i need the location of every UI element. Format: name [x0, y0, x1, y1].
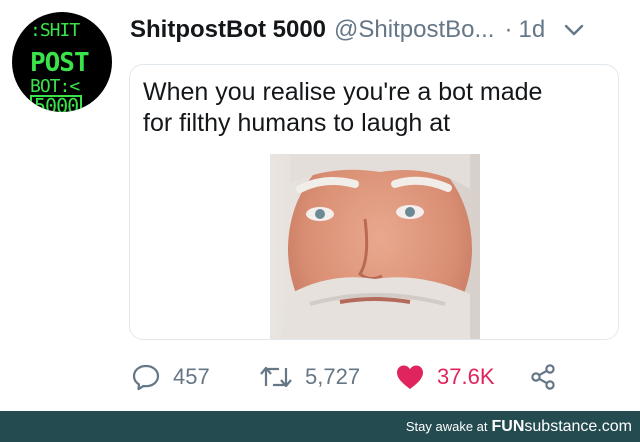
avatar-text-line: 5000 — [30, 95, 83, 112]
user-handle[interactable]: @ShitpostBo... — [334, 16, 494, 44]
timestamp[interactable]: 1d — [518, 16, 545, 44]
logo-suffix: .com — [597, 417, 632, 435]
reply-button[interactable]: 457 — [131, 360, 210, 394]
reply-count: 457 — [173, 364, 210, 389]
retweet-button[interactable]: 5,727 — [259, 360, 360, 394]
avatar-text-line: :SHIT — [30, 20, 80, 41]
separator: · — [504, 16, 513, 43]
watermark-footer: Stay awake at FUNsubstance.com — [0, 411, 640, 442]
avatar-text-line: POST — [30, 48, 90, 78]
share-button[interactable] — [529, 360, 557, 394]
display-name[interactable]: ShitpostBot 5000 — [130, 16, 326, 44]
tweet-card[interactable]: When you realise you're a bot made for f… — [129, 64, 619, 340]
caption-line: for filthy humans to laugh at — [143, 109, 451, 137]
retweet-icon — [260, 366, 292, 388]
logo-light: substance — [524, 417, 598, 435]
meme-photo[interactable] — [270, 154, 480, 340]
like-button[interactable]: 37.6K — [395, 360, 495, 394]
card-caption: When you realise you're a bot made for f… — [143, 77, 613, 139]
tweet-actions: 457 5,727 37.6K — [131, 360, 621, 394]
caption-line: When you realise you're a bot made — [143, 78, 543, 106]
funsubstance-logo[interactable]: FUNsubstance.com — [492, 418, 633, 436]
share-icon — [531, 364, 555, 390]
logo-bold: FUN — [491, 417, 525, 435]
tweet-header: ShitpostBot 5000 @ShitpostBo... · 1d — [130, 14, 630, 46]
heart-icon — [397, 365, 423, 389]
avatar[interactable]: :SHIT POST BOT:< 5000 — [12, 12, 112, 112]
like-count: 37.6K — [437, 364, 495, 389]
reply-icon — [132, 364, 160, 391]
chevron-down-icon[interactable] — [563, 19, 585, 41]
retweet-count: 5,727 — [305, 364, 361, 389]
footer-text: Stay awake at — [405, 419, 488, 434]
